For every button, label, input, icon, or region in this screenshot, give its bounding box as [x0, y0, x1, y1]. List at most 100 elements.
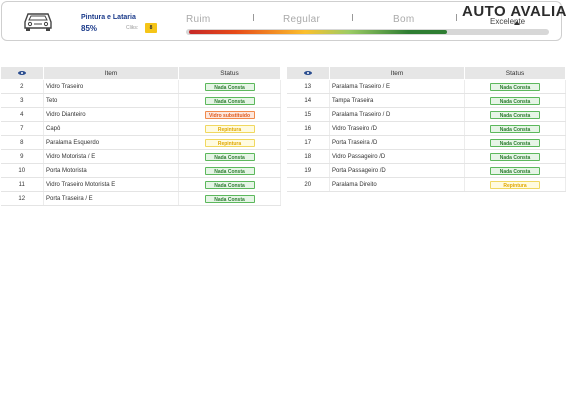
- status-badge: Nada Consta: [204, 152, 255, 161]
- row-number: 13: [286, 79, 330, 94]
- items-table-right: Item Status 13 Paralama Traseiro / E Nada …: [286, 66, 566, 192]
- row-number: 11: [0, 177, 44, 192]
- table-row[interactable]: 18 Vidro Passageiro /D Nada Consta: [286, 149, 566, 164]
- status-badge: Repintura: [204, 124, 255, 133]
- table-row[interactable]: 20 Paralama Direito Repintura: [286, 177, 566, 192]
- status-column-header: Status: [464, 66, 566, 80]
- row-item-name: Paralama Traseiro / D: [329, 107, 465, 122]
- row-number: 3: [0, 93, 44, 108]
- status-badge: Vidro substituido: [204, 110, 255, 119]
- status-badge: Nada Consta: [204, 96, 255, 105]
- table-row[interactable]: 17 Porta Traseira /D Nada Consta: [286, 135, 566, 150]
- row-item-name: Vidro Dianteiro: [43, 107, 179, 122]
- row-status-cell: Repintura: [178, 121, 281, 136]
- row-status-cell: Nada Consta: [178, 163, 281, 178]
- condition-scale-fill: [189, 30, 447, 34]
- row-item-name: Vidro Traseiro: [43, 79, 179, 94]
- row-number: 19: [286, 163, 330, 178]
- row-status-cell: Nada Consta: [464, 79, 566, 94]
- scale-separator: [456, 14, 457, 21]
- status-badge: Nada Consta: [204, 166, 255, 175]
- status-badge: Nada Consta: [490, 82, 540, 91]
- table-row[interactable]: 16 Vidro Traseiro /D Nada Consta: [286, 121, 566, 136]
- table-row[interactable]: 14 Tampa Traseira Nada Consta: [286, 93, 566, 108]
- row-status-cell: Nada Consta: [178, 93, 281, 108]
- row-number: 17: [286, 135, 330, 150]
- scale-separator: [352, 14, 353, 21]
- status-badge: Nada Consta: [204, 82, 255, 91]
- status-badge: Nada Consta: [490, 96, 540, 105]
- table-row[interactable]: 4 Vidro Dianteiro Vidro substituido: [0, 107, 281, 122]
- row-number: 12: [0, 191, 44, 206]
- row-number: 4: [0, 107, 44, 122]
- row-number: 18: [286, 149, 330, 164]
- condition-summary-card: Pintura e Lataria 85% Cliks: 8 Ruim Regu…: [1, 1, 566, 41]
- table-row[interactable]: 13 Paralama Traseiro / E Nada Consta: [286, 79, 566, 94]
- category-percent: 85%: [81, 24, 98, 33]
- row-status-cell: Nada Consta: [464, 135, 566, 150]
- status-badge: Nada Consta: [490, 152, 540, 161]
- car-front-icon: [24, 13, 52, 31]
- status-badge: Nada Consta: [490, 124, 540, 133]
- status-badge: Repintura: [490, 180, 540, 189]
- row-item-name: Capô: [43, 121, 179, 136]
- items-table-left: Item Status 2 Vidro Traseiro Nada Consta 3 T…: [0, 66, 281, 206]
- brand-logo: AUTO AVALIAR: [462, 3, 566, 20]
- row-item-name: Teto: [43, 93, 179, 108]
- table-row[interactable]: 19 Porta Passageiro /D Nada Consta: [286, 163, 566, 178]
- table-row[interactable]: 3 Teto Nada Consta: [0, 93, 281, 108]
- row-item-name: Vidro Passageiro /D: [329, 149, 465, 164]
- table-row[interactable]: 8 Paralama Esquerdo Repintura: [0, 135, 281, 150]
- scale-label-ruim: Ruim: [186, 14, 211, 25]
- row-number: 20: [286, 177, 330, 192]
- row-number: 8: [0, 135, 44, 150]
- row-status-cell: Vidro substituido: [178, 107, 281, 122]
- status-badge: Nada Consta: [490, 110, 540, 119]
- row-number: 9: [0, 149, 44, 164]
- row-status-cell: Nada Consta: [464, 149, 566, 164]
- row-status-cell: Nada Consta: [464, 121, 566, 136]
- row-item-name: Tampa Traseira: [329, 93, 465, 108]
- category-title: Pintura e Lataria: [81, 14, 136, 21]
- row-item-name: Paralama Direito: [329, 177, 465, 192]
- row-item-name: Vidro Traseiro /D: [329, 121, 465, 136]
- scale-label-bom: Bom: [393, 14, 415, 25]
- status-badge: Nada Consta: [490, 138, 540, 147]
- table-row[interactable]: 11 Vidro Traseiro Motorista E Nada Consta: [0, 177, 281, 192]
- scale-label-regular: Regular: [283, 14, 321, 25]
- status-column-header: Status: [178, 66, 281, 80]
- cliks-count-badge: 8: [145, 23, 157, 33]
- row-number: 7: [0, 121, 44, 136]
- row-item-name: Paralama Traseiro / E: [329, 79, 465, 94]
- status-badge: Nada Consta: [490, 166, 540, 175]
- table-row[interactable]: 2 Vidro Traseiro Nada Consta: [0, 79, 281, 94]
- row-number: 15: [286, 107, 330, 122]
- eye-icon: [304, 70, 312, 75]
- status-badge: Nada Consta: [204, 194, 255, 203]
- status-badge: Repintura: [204, 138, 255, 147]
- row-item-name: Porta Motorista: [43, 163, 179, 178]
- row-status-cell: Nada Consta: [178, 177, 281, 192]
- row-number: 14: [286, 93, 330, 108]
- eye-column-header[interactable]: [0, 66, 44, 80]
- table-row[interactable]: 15 Paralama Traseiro / D Nada Consta: [286, 107, 566, 122]
- scale-separator: [253, 14, 254, 21]
- table-row[interactable]: 10 Porta Motorista Nada Consta: [0, 163, 281, 178]
- row-item-name: Porta Traseira / E: [43, 191, 179, 206]
- condition-scale-bar: [186, 29, 549, 35]
- table-row[interactable]: 12 Porta Traseira / E Nada Consta: [0, 191, 281, 206]
- row-status-cell: Nada Consta: [464, 93, 566, 108]
- row-number: 16: [286, 121, 330, 136]
- eye-column-header[interactable]: [286, 66, 330, 80]
- row-status-cell: Repintura: [178, 135, 281, 150]
- row-number: 2: [0, 79, 44, 94]
- row-item-name: Vidro Traseiro Motorista E: [43, 177, 179, 192]
- row-item-name: Vidro Motorista / E: [43, 149, 179, 164]
- cliks-label: Cliks:: [126, 25, 139, 31]
- item-column-header: Item: [329, 66, 465, 80]
- row-item-name: Porta Passageiro /D: [329, 163, 465, 178]
- table-row[interactable]: 9 Vidro Motorista / E Nada Consta: [0, 149, 281, 164]
- row-item-name: Porta Traseira /D: [329, 135, 465, 150]
- row-status-cell: Nada Consta: [178, 79, 281, 94]
- table-row[interactable]: 7 Capô Repintura: [0, 121, 281, 136]
